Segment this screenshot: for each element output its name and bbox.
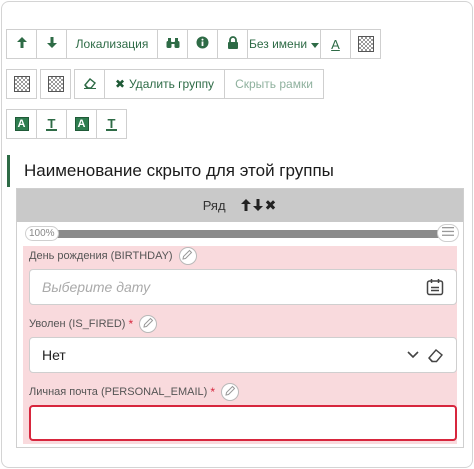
transparency-icon bbox=[47, 76, 64, 92]
pencil-icon bbox=[224, 385, 236, 399]
birthday-field-label: День рождения (BIRTHDAY) bbox=[29, 247, 197, 265]
date-placeholder: Выберите дату bbox=[42, 279, 151, 295]
chevron-down-icon[interactable] bbox=[407, 351, 419, 359]
transparency-icon bbox=[357, 36, 374, 52]
lock-icon bbox=[227, 36, 239, 52]
name-dropdown[interactable]: Без имени bbox=[247, 29, 321, 59]
delete-group-label: Удалить группу bbox=[129, 77, 215, 91]
personal-email-input[interactable] bbox=[29, 405, 457, 441]
row-move-up-icon[interactable] bbox=[240, 198, 251, 214]
clear-style-button[interactable] bbox=[74, 69, 105, 99]
pencil-icon bbox=[143, 317, 154, 331]
edit-field-button[interactable] bbox=[178, 247, 197, 265]
letter-t-icon: T bbox=[105, 115, 118, 131]
personal-email-field-label: Личная почта (PERSONAL_EMAIL) * bbox=[29, 383, 239, 401]
group-title: Наименование скрыто для этой группы bbox=[7, 155, 465, 187]
edit-field-button[interactable] bbox=[139, 315, 158, 333]
menu-lines-icon bbox=[442, 227, 454, 239]
birthday-label-text: День рождения (BIRTHDAY) bbox=[29, 250, 173, 262]
hide-borders-label: Скрыть рамки bbox=[235, 77, 313, 91]
eraser-icon[interactable] bbox=[427, 348, 444, 363]
arrow-down-icon bbox=[46, 36, 58, 52]
text-color-icon: A bbox=[331, 36, 340, 52]
label-background-button[interactable]: A bbox=[6, 109, 37, 139]
form-designer-panel: Локализация Без имени A ✖ Удалить группу… bbox=[1, 1, 473, 468]
fill-transparent-button[interactable] bbox=[40, 69, 71, 99]
row-header: Ряд ✖ bbox=[17, 189, 463, 222]
background-transparent-button[interactable] bbox=[350, 29, 381, 59]
letter-a-badge-icon: A bbox=[14, 117, 29, 131]
is-fired-select[interactable]: Нет bbox=[29, 337, 457, 373]
is-fired-selected-value: Нет bbox=[42, 347, 66, 363]
row-width-slider[interactable] bbox=[37, 230, 455, 238]
birthday-date-input[interactable]: Выберите дату bbox=[29, 269, 457, 305]
required-mark: * bbox=[128, 317, 134, 331]
slider-percent-label: 100% bbox=[25, 226, 59, 241]
close-icon: ✖ bbox=[114, 77, 125, 91]
row-move-down-icon[interactable] bbox=[252, 198, 263, 214]
caret-down-icon bbox=[311, 37, 320, 51]
label-text-color-button[interactable]: T bbox=[36, 109, 67, 139]
localization-button[interactable]: Локализация bbox=[66, 29, 158, 59]
fields-area: День рождения (BIRTHDAY) Выберите дату У… bbox=[23, 246, 457, 444]
required-mark: * bbox=[210, 385, 215, 399]
toolbar-row-2: ✖ Удалить группу Скрыть рамки bbox=[6, 69, 324, 99]
localization-label: Локализация bbox=[75, 37, 149, 51]
lock-button[interactable] bbox=[217, 29, 248, 59]
value-background-button[interactable]: A bbox=[66, 109, 97, 139]
arrow-up-icon bbox=[16, 36, 28, 52]
info-icon bbox=[196, 36, 209, 52]
pencil-icon bbox=[182, 249, 193, 263]
group-container: Ряд ✖ 100% День рождения (BIRTHDAY) Выбе… bbox=[16, 188, 464, 448]
edit-field-button[interactable] bbox=[221, 383, 239, 401]
letter-a-badge-icon: A bbox=[74, 117, 89, 131]
transparency-icon bbox=[13, 76, 30, 92]
eraser-icon bbox=[83, 77, 97, 92]
calendar-icon[interactable] bbox=[426, 278, 444, 296]
toolbar-row-1: Локализация Без имени A bbox=[6, 29, 381, 59]
slider-handle[interactable] bbox=[437, 224, 459, 242]
is-fired-label-text: Уволен (IS_FIRED) bbox=[29, 318, 126, 330]
is-fired-field-label: Уволен (IS_FIRED) * bbox=[29, 315, 158, 333]
row-delete-icon[interactable]: ✖ bbox=[265, 197, 277, 214]
personal-email-label-text: Личная почта (PERSONAL_EMAIL) bbox=[29, 386, 208, 398]
info-button[interactable] bbox=[187, 29, 218, 59]
move-up-button[interactable] bbox=[6, 29, 37, 59]
hide-borders-button[interactable]: Скрыть рамки bbox=[224, 69, 324, 99]
border-transparent-button[interactable] bbox=[6, 69, 37, 99]
letter-t-icon: T bbox=[45, 115, 58, 131]
text-color-button[interactable]: A bbox=[320, 29, 351, 59]
value-text-color-button[interactable]: T bbox=[96, 109, 127, 139]
row-label: Ряд bbox=[202, 198, 226, 213]
delete-group-button[interactable]: ✖ Удалить группу bbox=[104, 69, 225, 99]
binoculars-icon bbox=[166, 37, 180, 52]
name-dropdown-label: Без имени bbox=[248, 37, 308, 51]
find-button[interactable] bbox=[157, 29, 188, 59]
move-down-button[interactable] bbox=[36, 29, 67, 59]
toolbar-row-3: A T A T bbox=[6, 109, 127, 139]
